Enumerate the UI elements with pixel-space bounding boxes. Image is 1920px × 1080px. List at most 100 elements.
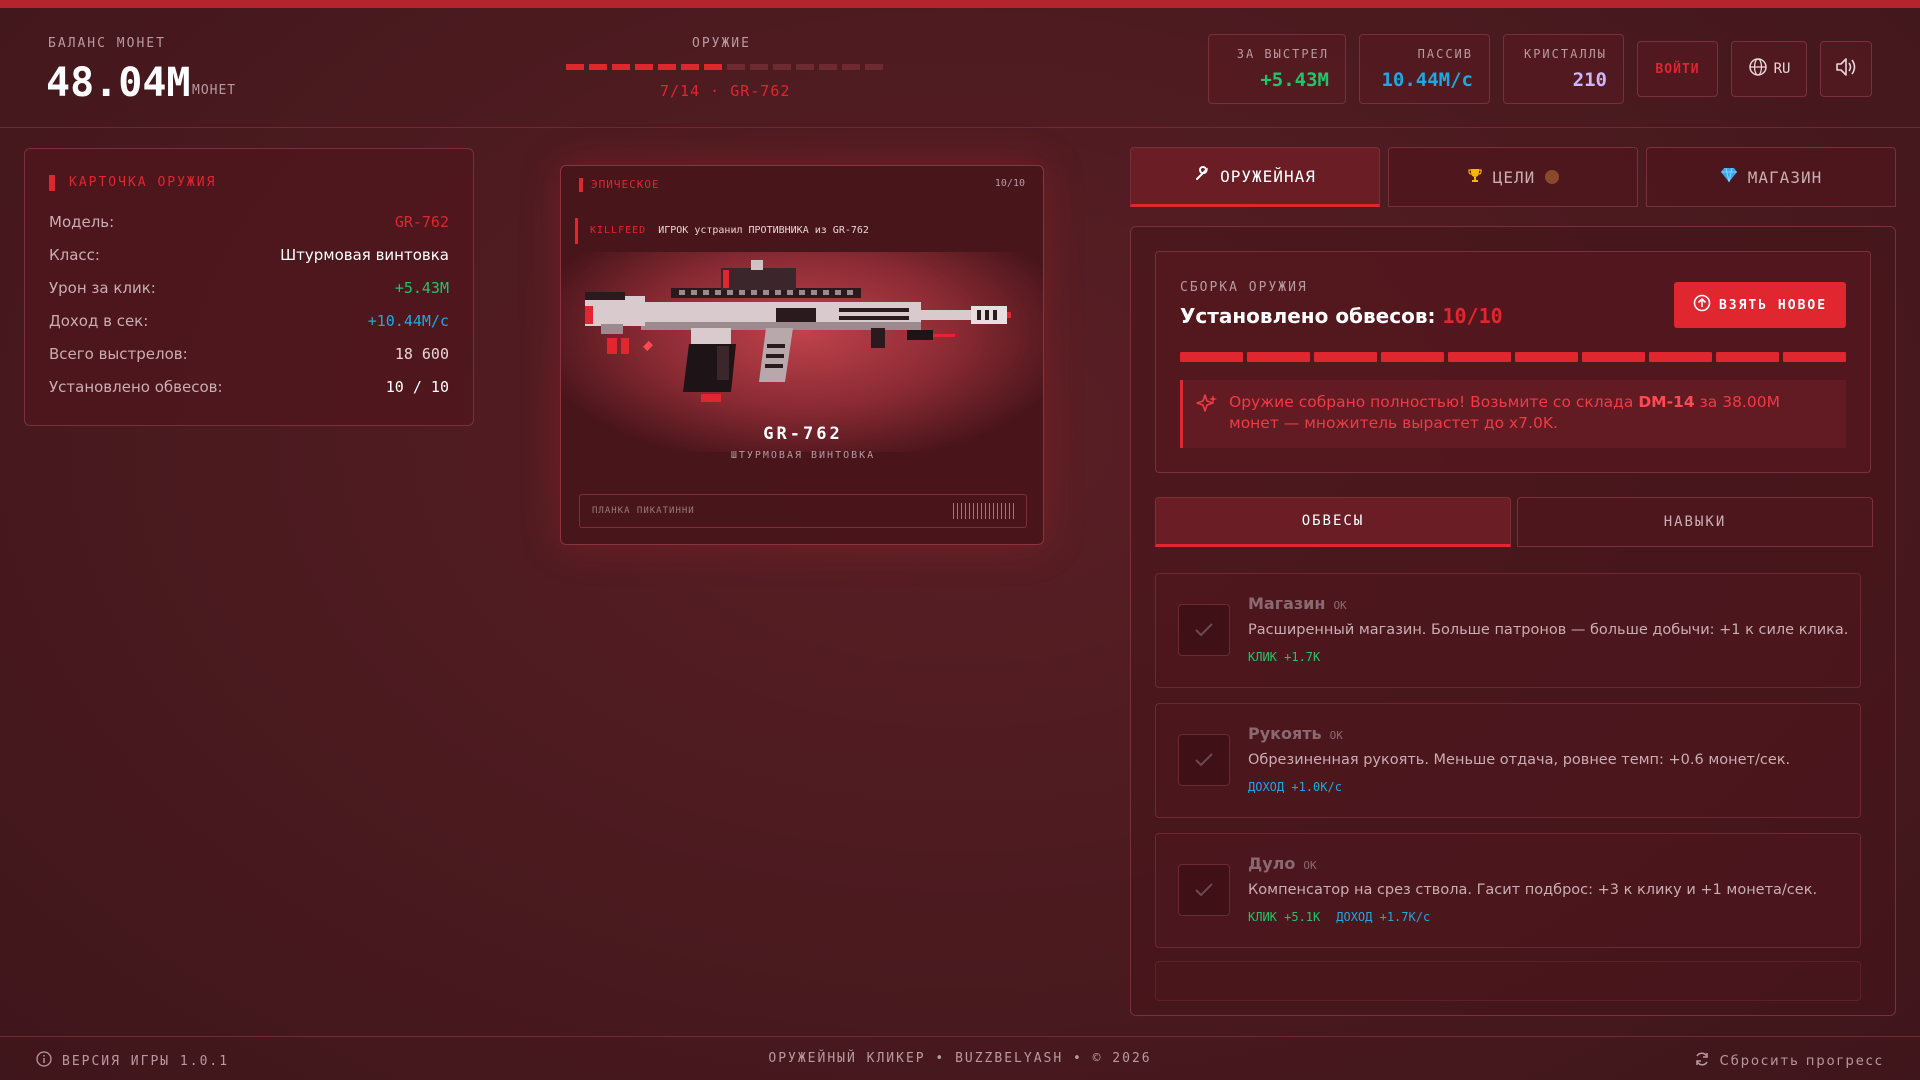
sparkle-icon — [1195, 392, 1219, 420]
notice-pre: Оружие собрано полностью! Возьмите со ск… — [1229, 393, 1634, 411]
upgrade-name-text: Магазин — [1248, 594, 1326, 613]
progress-segment — [704, 64, 722, 70]
info-row: Класс: Штурмовая винтовка — [49, 246, 449, 266]
check-icon — [1178, 864, 1230, 916]
stat-value: 210 — [1572, 69, 1607, 91]
header: БАЛАНС МОНЕТ 48.04M МОНЕТ ОРУЖИЕ 7/14 · … — [0, 8, 1920, 128]
info-key: Всего выстрелов: — [49, 345, 188, 363]
globe-icon — [1748, 57, 1768, 81]
balance-label: БАЛАНС МОНЕТ — [48, 36, 166, 51]
tab-label: ОРУЖЕЙНАЯ — [1220, 166, 1316, 186]
build-segment — [1515, 352, 1578, 362]
weapon-name: GR-762 — [763, 424, 843, 444]
list-item[interactable]: Рукоять OK Обрезиненная рукоять. Меньше от… — [1155, 703, 1861, 818]
info-key: Класс: — [49, 246, 100, 264]
killfeed-tag: KILLFEED — [590, 225, 647, 236]
balance-unit: МОНЕТ — [192, 83, 237, 98]
info-row: Модель: GR-762 — [49, 213, 449, 233]
upgrade-tags: КЛИК +5.1K ДОХОД +1.7K/c — [1248, 910, 1430, 924]
reset-progress-button[interactable]: Сбросить прогресс — [1694, 1051, 1884, 1071]
subtab-skills[interactable]: НАВЫКИ — [1517, 497, 1873, 547]
progress-segment — [750, 64, 768, 70]
info-row: Всего выстрелов: 18 600 — [49, 345, 449, 365]
info-key: Модель: — [49, 213, 115, 231]
check-icon — [1178, 734, 1230, 786]
notice-text: Оружие собрано полностью! Возьмите со ск… — [1229, 392, 1826, 434]
weapon-display-card[interactable]: ЭПИЧЕСКОЕ 10/10 KILLFEED ИГРОК устранил … — [560, 165, 1044, 545]
upgrade-tag: ДОХОД +1.0K/c — [1248, 780, 1342, 794]
build-complete-notice: Оружие собрано полностью! Возьмите со ск… — [1180, 380, 1846, 448]
armory-panel: СБОРКА ОРУЖИЯ Установлено обвесов: 10/10… — [1130, 226, 1896, 1016]
language-label: RU — [1773, 61, 1791, 77]
info-value: 10 / 10 — [385, 378, 449, 396]
weapon-progress-text: 7/14 · GR-762 — [660, 82, 791, 100]
upgrade-tag: КЛИК +1.7K — [1248, 650, 1321, 664]
rifle-icon[interactable] — [561, 252, 1044, 452]
info-value: 18 600 — [394, 345, 449, 363]
subtab-attachments[interactable]: ОБВЕСЫ — [1155, 497, 1511, 547]
tab-armory[interactable]: ОРУЖЕЙНАЯ — [1130, 147, 1380, 207]
top-accent-stripe — [0, 0, 1920, 8]
take-new-weapon-button[interactable]: ВЗЯТЬ НОВОЕ — [1674, 282, 1846, 328]
info-value: +10.44M/c — [367, 312, 449, 330]
upgrade-status: OK — [1329, 729, 1343, 742]
list-item[interactable]: Дуло OK Компенсатор на срез ствола. Гасит … — [1155, 833, 1861, 948]
barcode-decoration — [953, 503, 1014, 519]
stat-label: ЗА ВЫСТРЕЛ — [1236, 47, 1329, 61]
info-row: Доход в сек: +10.44M/c — [49, 312, 449, 332]
info-key: Доход в сек: — [49, 312, 149, 330]
build-segment — [1180, 352, 1243, 362]
weapon-info-title: КАРТОЧКА ОРУЖИЯ — [49, 175, 216, 191]
info-value: +5.43M — [394, 279, 449, 297]
weapon-info-card: КАРТОЧКА ОРУЖИЯ Модель: GR-762 Класс: Штурм… — [24, 148, 474, 426]
tab-goals[interactable]: ЦЕЛИ — [1388, 147, 1638, 207]
build-title-text: Установлено обвесов: — [1180, 304, 1436, 328]
progress-segment — [566, 64, 584, 70]
build-label: СБОРКА ОРУЖИЯ — [1180, 280, 1308, 295]
balance-value: 48.04M — [46, 60, 191, 106]
stat-value: 10.44M/c — [1381, 69, 1473, 91]
upgrade-tag: ДОХОД +1.7K/c — [1336, 910, 1431, 924]
build-segment — [1314, 352, 1377, 362]
login-button[interactable]: ВОЙТИ — [1637, 41, 1718, 97]
progress-segment — [773, 64, 791, 70]
diamond-icon — [1720, 167, 1738, 187]
sound-toggle-button[interactable] — [1820, 41, 1872, 97]
info-key: Установлено обвесов: — [49, 378, 223, 396]
check-icon — [1178, 604, 1230, 656]
stat-per-shot: ЗА ВЫСТРЕЛ +5.43M — [1208, 34, 1346, 104]
upgrade-description: Обрезиненная рукоять. Меньше отдача, ров… — [1248, 752, 1791, 768]
stat-label: ПАССИВ — [1417, 47, 1473, 61]
progress-segment — [796, 64, 814, 70]
upgrade-name: Магазин OK — [1248, 594, 1347, 613]
list-item[interactable]: Магазин OK Расширенный магазин. Больше пат… — [1155, 573, 1861, 688]
notice-weapon: DM-14 — [1638, 393, 1695, 411]
build-segment — [1649, 352, 1712, 362]
stat-crystals: КРИСТАЛЛЫ 210 — [1503, 34, 1624, 104]
tab-shop[interactable]: МАГАЗИН — [1646, 147, 1896, 207]
picatinny-rail-slot: ПЛАНКА ПИКАТИННИ — [579, 494, 1027, 528]
trophy-icon — [1467, 167, 1483, 187]
rarity-badge: ЭПИЧЕСКОЕ — [579, 178, 660, 192]
build-segment — [1716, 352, 1779, 362]
weapon-progress-bar — [566, 64, 883, 70]
info-value: Штурмовая винтовка — [280, 246, 449, 264]
goal-indicator-dot — [1545, 170, 1560, 184]
upgrade-tags: ДОХОД +1.0K/c — [1248, 780, 1342, 794]
weapon-progress-label: ОРУЖИЕ — [692, 36, 751, 51]
language-button[interactable]: RU — [1731, 41, 1807, 97]
footer: ВЕРСИЯ ИГРЫ 1.0.1 ОРУЖЕЙНЫЙ КЛИКЕР • BUZ… — [0, 1036, 1920, 1080]
list-item-partial — [1155, 961, 1861, 1001]
upgrade-name: Рукоять OK — [1248, 724, 1343, 743]
rail-label: ПЛАНКА ПИКАТИННИ — [592, 506, 695, 516]
stat-value: +5.43M — [1260, 69, 1329, 91]
tab-label: МАГАЗИН — [1747, 167, 1823, 187]
build-progress-bar — [1180, 352, 1846, 362]
build-segment — [1582, 352, 1645, 362]
speaker-icon — [1834, 56, 1858, 82]
progress-segment — [635, 64, 653, 70]
info-row: Урон за клик: +5.43M — [49, 279, 449, 299]
credits-text: ОРУЖЕЙНЫЙ КЛИКЕР • BUZZBELYASH • © 2026 — [768, 1051, 1152, 1066]
progress-segment — [727, 64, 745, 70]
upgrade-tag: КЛИК +5.1K — [1248, 910, 1321, 924]
